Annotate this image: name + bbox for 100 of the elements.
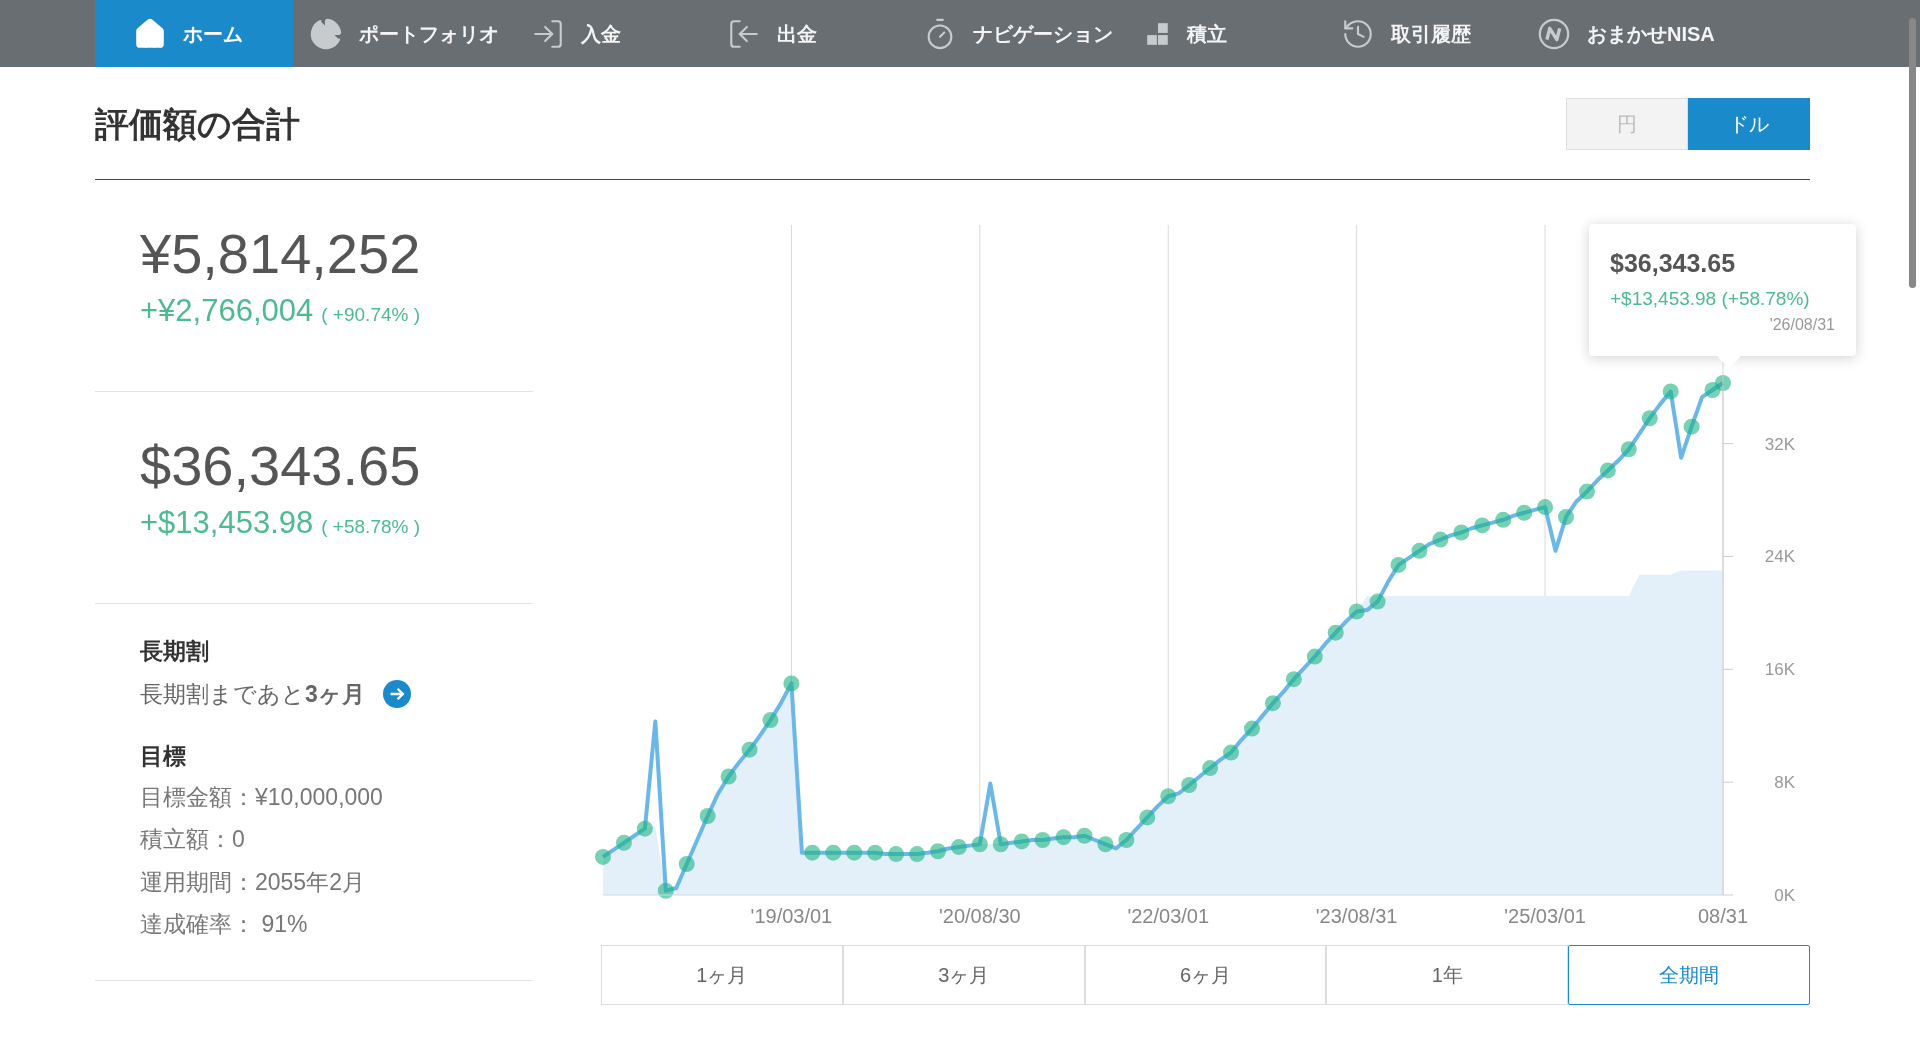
data-point <box>1683 418 1700 435</box>
data-point <box>783 675 800 692</box>
tooltip-date: '26/08/31 <box>1769 315 1835 335</box>
data-point <box>1306 648 1323 665</box>
data-point <box>720 768 737 785</box>
data-point <box>1097 836 1114 853</box>
data-point <box>1327 624 1344 641</box>
data-point <box>1202 760 1219 777</box>
data-point <box>846 844 863 861</box>
data-point <box>1369 593 1386 610</box>
data-point <box>1264 695 1281 712</box>
data-point <box>1558 509 1574 525</box>
period-button[interactable]: 1ヶ月 <box>601 945 843 1005</box>
data-point <box>1704 382 1721 399</box>
data-point <box>595 848 611 865</box>
goal-detail: 目標金額：¥10,000,000 <box>140 782 384 812</box>
data-point <box>615 834 632 851</box>
nav-tab[interactable]: 出金 <box>711 0 907 67</box>
data-point <box>1474 517 1491 534</box>
gain-percent: ( +90.74% ) <box>321 303 420 327</box>
data-point <box>1641 410 1658 427</box>
data-point <box>699 808 716 824</box>
arrow-right-circle-icon[interactable] <box>382 679 411 708</box>
axis-label: 08/31 <box>1697 905 1749 927</box>
pie-chart-icon <box>309 16 343 51</box>
goal-detail: 積立額：0 <box>140 825 246 854</box>
data-point <box>1034 832 1051 848</box>
period-button[interactable]: 3ヶ月 <box>842 945 1085 1005</box>
data-point <box>1599 462 1616 479</box>
data-point <box>1453 524 1470 541</box>
tooltip-value: $36,343.65 <box>1610 248 1736 279</box>
data-point <box>1348 603 1365 620</box>
data-point <box>1537 499 1554 516</box>
nav-tab[interactable]: 取引履歴 <box>1325 0 1521 67</box>
home-icon <box>133 16 167 51</box>
axis-label: '23/08/31 <box>1315 905 1398 927</box>
data-point <box>929 843 946 860</box>
axis-label: '20/08/30 <box>939 905 1021 927</box>
data-point <box>1118 832 1135 848</box>
data-point <box>1578 483 1595 500</box>
data-point <box>1715 375 1731 391</box>
data-point <box>1411 542 1428 559</box>
data-point <box>867 844 884 861</box>
data-point <box>1160 788 1177 805</box>
blocks-icon <box>1145 20 1171 47</box>
data-point <box>1076 827 1093 844</box>
axis-label: 8K <box>1774 773 1795 793</box>
axis-label: 0K <box>1774 886 1795 905</box>
data-point <box>1662 383 1679 400</box>
axis-label: '22/03/01 <box>1127 905 1210 927</box>
data-point <box>1495 511 1512 528</box>
data-point <box>971 836 988 853</box>
total-amount: ¥5,814,252 <box>140 222 422 286</box>
data-point <box>762 712 779 729</box>
nav-tab[interactable]: ポートフォリオ <box>293 0 515 67</box>
data-point <box>950 839 967 856</box>
axis-label: '25/03/01 <box>1504 905 1586 927</box>
axis-label: '19/03/01 <box>750 905 833 927</box>
section-heading: 長期割 <box>140 637 210 666</box>
data-point <box>992 836 1009 853</box>
goal-detail: 達成確率： 91% <box>140 910 309 939</box>
nav-tab[interactable]: 入金 <box>515 0 711 67</box>
data-point <box>1181 777 1198 793</box>
n-circle-icon <box>1537 16 1571 51</box>
data-point <box>1139 809 1156 826</box>
nav-tab[interactable]: ナビゲーション <box>907 0 1129 67</box>
data-point <box>636 820 653 837</box>
scrollbar-thumb[interactable] <box>1909 18 1916 288</box>
data-point <box>1243 720 1260 737</box>
gain-amount: +$13,453.98 <box>140 504 314 542</box>
data-point <box>678 855 695 872</box>
total-amount: $36,343.65 <box>140 434 422 498</box>
tooltip-gain: +$13,453.98 (+58.78%) <box>1610 286 1810 311</box>
currency-toggle[interactable]: ドル <box>1688 98 1810 150</box>
nav-tab[interactable]: 積立 <box>1129 0 1325 67</box>
period-button[interactable]: 全期間 <box>1568 945 1810 1005</box>
data-point <box>1055 829 1072 846</box>
data-point <box>657 882 674 899</box>
data-point <box>1013 833 1030 850</box>
data-point <box>1285 671 1302 688</box>
period-button[interactable]: 1年 <box>1326 945 1569 1005</box>
axis-label: 32K <box>1764 434 1795 454</box>
nav-tab[interactable]: おまかせNISA <box>1521 0 1731 67</box>
data-point <box>825 844 842 861</box>
gain-percent: ( +58.78% ) <box>321 515 420 539</box>
data-point <box>1432 531 1449 548</box>
page-title: 評価額の合計 <box>95 104 300 145</box>
data-point <box>909 846 925 863</box>
data-point <box>1390 556 1407 573</box>
data-point <box>1516 504 1533 521</box>
period-button[interactable]: 6ヶ月 <box>1084 945 1327 1005</box>
data-point <box>1620 441 1637 458</box>
nav-tab[interactable]: ホーム <box>95 0 293 67</box>
section-heading: 目標 <box>140 742 187 771</box>
axis-label: 24K <box>1764 547 1795 567</box>
axis-label: 16K <box>1764 660 1795 680</box>
gain-amount: +¥2,766,004 <box>140 292 314 330</box>
data-point <box>888 846 905 863</box>
data-point <box>804 844 821 861</box>
data-point <box>741 741 758 758</box>
